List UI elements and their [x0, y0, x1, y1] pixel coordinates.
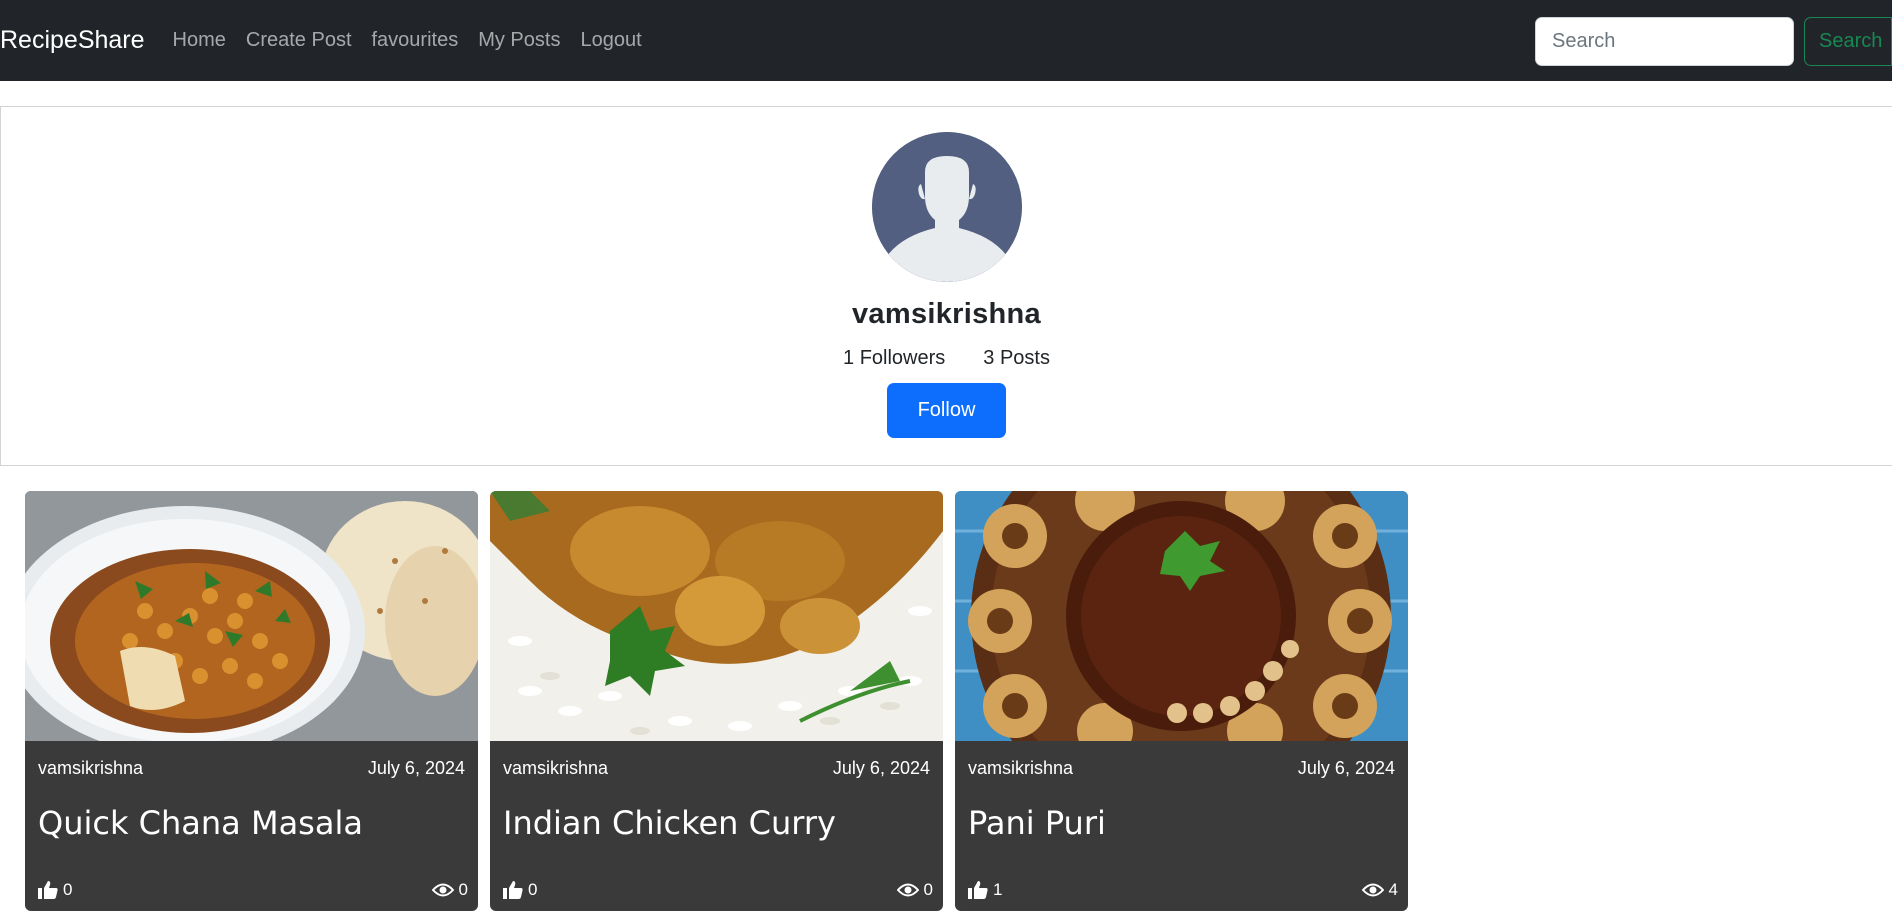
eye-icon — [896, 883, 919, 897]
post-date: July 6, 2024 — [1297, 758, 1395, 778]
like-control[interactable]: 0 — [38, 880, 72, 900]
post-card[interactable]: vamsikrishna July 6, 2024 Pani Puri 1 4 — [955, 491, 1408, 911]
post-meta: vamsikrishna July 6, 2024 — [490, 741, 943, 779]
post-date: July 6, 2024 — [367, 758, 465, 778]
posts-count: 3 Posts — [983, 347, 1050, 369]
like-control[interactable]: 0 — [503, 880, 537, 900]
post-meta: vamsikrishna July 6, 2024 — [25, 741, 478, 779]
followers-count: 1 Followers — [843, 347, 946, 369]
nav-links: Home Create Post favourites My Posts Log… — [161, 29, 658, 52]
post-footer: 0 0 — [38, 880, 468, 900]
nav-logout[interactable]: Logout — [580, 29, 641, 52]
thumbs-up-icon — [38, 881, 58, 899]
post-footer: 0 0 — [503, 880, 933, 900]
nav-home[interactable]: Home — [173, 29, 226, 52]
eye-icon — [431, 883, 454, 897]
default-user-icon — [871, 132, 1022, 282]
view-count-group: 0 — [896, 880, 933, 900]
follow-button[interactable]: Follow — [887, 383, 1006, 438]
brand-logo[interactable]: RecipeShare — [0, 26, 145, 55]
post-date: July 6, 2024 — [832, 758, 930, 778]
eye-icon — [1361, 883, 1384, 897]
nav-my-posts[interactable]: My Posts — [478, 29, 560, 52]
nav-create-post[interactable]: Create Post — [246, 29, 352, 52]
view-count-group: 4 — [1361, 880, 1398, 900]
like-count: 1 — [993, 880, 1003, 899]
profile-stats: 1 Followers 3 Posts — [824, 347, 1069, 370]
post-meta: vamsikrishna July 6, 2024 — [955, 741, 1408, 779]
post-card[interactable]: vamsikrishna July 6, 2024 Indian Chicken… — [490, 491, 943, 911]
navbar: RecipeShare Home Create Post favourites … — [0, 0, 1892, 81]
post-image — [955, 491, 1408, 741]
nav-favourites[interactable]: favourites — [372, 29, 459, 52]
thumbs-up-icon — [968, 881, 988, 899]
post-image — [25, 491, 478, 741]
search-input[interactable] — [1535, 17, 1794, 66]
post-image — [490, 491, 943, 741]
post-author[interactable]: vamsikrishna — [503, 758, 608, 779]
search-button[interactable]: Search — [1804, 17, 1892, 66]
post-title[interactable]: Indian Chicken Curry — [490, 779, 943, 842]
profile-username: vamsikrishna — [852, 298, 1041, 330]
post-author[interactable]: vamsikrishna — [38, 758, 143, 779]
post-card[interactable]: vamsikrishna July 6, 2024 Quick Chana Ma… — [25, 491, 478, 911]
search-form: Search — [1535, 17, 1892, 66]
like-count: 0 — [63, 880, 73, 899]
post-title[interactable]: Quick Chana Masala — [25, 779, 478, 842]
view-count: 0 — [458, 880, 468, 899]
view-count: 0 — [923, 880, 933, 899]
post-footer: 1 4 — [968, 880, 1398, 900]
avatar — [871, 132, 1022, 282]
profile-card: vamsikrishna 1 Followers 3 Posts Follow — [0, 106, 1892, 466]
post-list: vamsikrishna July 6, 2024 Quick Chana Ma… — [25, 491, 1420, 911]
like-control[interactable]: 1 — [968, 880, 1002, 900]
post-author[interactable]: vamsikrishna — [968, 758, 1073, 779]
like-count: 0 — [528, 880, 538, 899]
thumbs-up-icon — [503, 881, 523, 899]
view-count-group: 0 — [431, 880, 468, 900]
view-count: 4 — [1388, 880, 1398, 899]
post-title[interactable]: Pani Puri — [955, 779, 1408, 842]
